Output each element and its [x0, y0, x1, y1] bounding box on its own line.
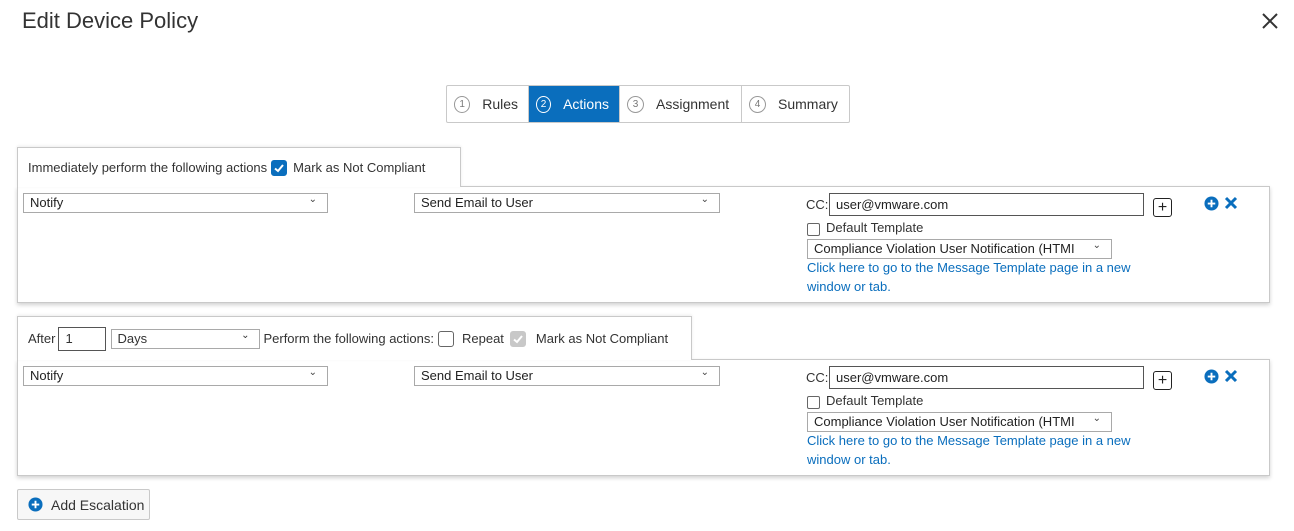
mark-noncompliant-checkbox[interactable]	[271, 159, 288, 176]
action-method-select[interactable]: Send Email to User ⌄	[414, 366, 720, 386]
add-escalation-button[interactable]: Add Escalation	[17, 489, 150, 520]
mark-noncompliant-label: Mark as Not Compliant	[293, 160, 426, 175]
cc-label: CC:	[806, 197, 829, 212]
immediate-actions-label: Immediately perform the following action…	[28, 160, 268, 175]
template-page-link[interactable]: Click here to go to the Message Template…	[807, 258, 1167, 296]
step-label: Summary	[778, 96, 838, 112]
action-type-select[interactable]: Notify ⌄	[23, 193, 328, 213]
step-rules[interactable]: 1 Rules	[447, 86, 529, 122]
chevron-down-icon: ⌄	[1092, 413, 1101, 424]
step-number: 3	[627, 95, 644, 113]
immediate-actions-header: Immediately perform the following action…	[17, 147, 461, 187]
action-type-select[interactable]: Notify ⌄	[23, 366, 328, 386]
template-select[interactable]: Compliance Violation User Notification (…	[807, 239, 1112, 259]
step-label: Actions	[563, 96, 609, 112]
plus-box-icon[interactable]: +	[1153, 198, 1172, 217]
escalation-header: After 1 Days ⌄ Perform the following act…	[17, 316, 692, 360]
checkmark-icon	[513, 334, 523, 343]
add-circle-icon[interactable]	[1204, 196, 1219, 211]
chevron-down-icon: ⌄	[308, 367, 317, 378]
step-number: 4	[749, 95, 766, 113]
step-actions[interactable]: 2 Actions	[529, 86, 620, 122]
chevron-down-icon: ⌄	[700, 194, 709, 205]
default-template-label: Default Template	[826, 393, 924, 408]
default-template-label: Default Template	[826, 220, 924, 235]
step-assignment[interactable]: 3 Assignment	[620, 86, 742, 122]
delete-x-icon[interactable]	[1224, 369, 1238, 383]
add-circle-icon	[28, 497, 43, 512]
checkmark-icon	[274, 163, 284, 172]
default-template-checkbox[interactable]	[807, 223, 820, 236]
chevron-down-icon: ⌄	[700, 367, 709, 378]
cc-input[interactable]: user@vmware.com	[829, 193, 1144, 216]
cc-input[interactable]: user@vmware.com	[829, 366, 1144, 389]
step-label: Rules	[482, 96, 518, 112]
template-page-link[interactable]: Click here to go to the Message Template…	[807, 431, 1167, 469]
after-label: After	[28, 331, 56, 346]
wizard-stepper: 1 Rules 2 Actions 3 Assignment 4 Summary	[446, 85, 850, 123]
escalation-action-panel: Notify ⌄ Send Email to User ⌄ CC: user@v…	[17, 359, 1270, 476]
action-method-select[interactable]: Send Email to User ⌄	[414, 193, 720, 213]
template-select[interactable]: Compliance Violation User Notification (…	[807, 412, 1112, 432]
step-number: 2	[536, 95, 552, 113]
chevron-down-icon: ⌄	[241, 329, 250, 341]
repeat-checkbox[interactable]	[438, 330, 454, 347]
immediate-action-panel: Notify ⌄ Send Email to User ⌄ CC: user@v…	[17, 186, 1270, 303]
delete-x-icon[interactable]	[1224, 196, 1238, 210]
perform-label: Perform the following actions:	[263, 331, 434, 346]
cc-label: CC:	[806, 370, 829, 385]
add-circle-icon[interactable]	[1204, 369, 1219, 384]
chevron-down-icon: ⌄	[1092, 240, 1101, 251]
escalation-mark-noncompliant-checkbox	[509, 330, 526, 347]
step-summary[interactable]: 4 Summary	[742, 86, 849, 122]
plus-box-icon[interactable]: +	[1153, 371, 1172, 390]
close-icon[interactable]	[1259, 10, 1281, 32]
add-escalation-label: Add Escalation	[51, 496, 145, 513]
escalation-mark-noncompliant-label: Mark as Not Compliant	[535, 331, 669, 346]
escalation-unit-select[interactable]: Days ⌄	[111, 328, 261, 349]
step-number: 1	[454, 95, 471, 113]
default-template-checkbox[interactable]	[807, 396, 820, 409]
step-label: Assignment	[656, 96, 730, 112]
chevron-down-icon: ⌄	[308, 194, 317, 205]
dialog-title: Edit Device Policy	[22, 8, 199, 33]
repeat-label: Repeat	[462, 331, 504, 346]
after-days-input[interactable]: 1	[58, 326, 107, 351]
